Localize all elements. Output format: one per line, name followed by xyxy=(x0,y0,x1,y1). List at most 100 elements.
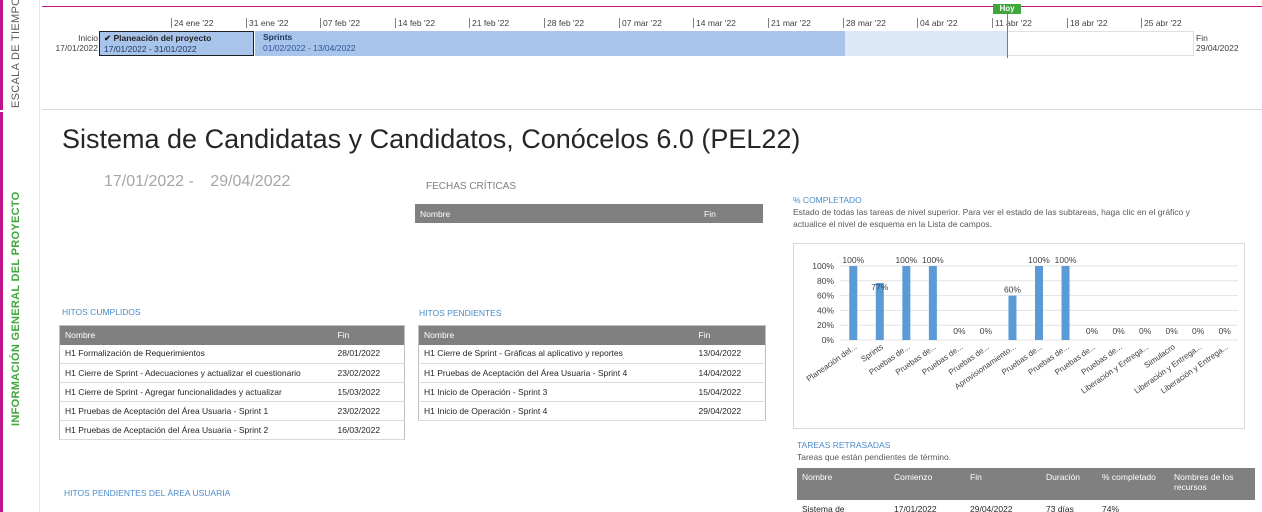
completion-chart[interactable]: 0% 20% 40% 60% 80% 100% 100% Planeación del... 7… xyxy=(793,243,1245,429)
chart-y-tick-label: 0% xyxy=(822,335,835,345)
late-col-name: Nombre xyxy=(797,468,889,500)
timeline-tick: 04 abr '22 xyxy=(917,18,958,28)
chart-y-tick-label: 100% xyxy=(812,261,834,271)
table-row[interactable]: Sistema de 17/01/2022 29/04/2022 73 días… xyxy=(797,500,1255,512)
milestone-name: H1 Pruebas de Aceptación del Área Usuari… xyxy=(59,420,333,440)
late-task-start: 17/01/2022 xyxy=(889,500,965,512)
timeline-start-label: Inicio xyxy=(78,33,98,43)
timeline-tick: 21 mar '22 xyxy=(768,18,811,28)
chart-data-label: 100% xyxy=(895,255,917,265)
chart-bar xyxy=(849,266,858,340)
timeline[interactable]: 24 ene '22 31 ene '22 07 feb '22 14 feb … xyxy=(42,0,1262,110)
timeline-tick: 18 abr '22 xyxy=(1067,18,1108,28)
table-row[interactable]: H1 Pruebas de Aceptación del Área Usuari… xyxy=(418,363,766,383)
critical-dates-title: FECHAS CRÍTICAS xyxy=(426,181,517,192)
late-task-end: 29/04/2022 xyxy=(965,500,1041,512)
chart-y-tick-label: 40% xyxy=(817,305,834,315)
timeline-tick: 31 ene '22 xyxy=(245,18,289,28)
chart-data-label: 77% xyxy=(871,282,888,292)
chart-data-label: 0% xyxy=(1112,326,1125,336)
milestone-end: 23/02/2022 xyxy=(332,363,405,383)
table-row[interactable]: H1 Inicio de Operación - Sprint 3 15/04/… xyxy=(418,382,766,402)
timeline-tick: 28 mar '22 xyxy=(843,18,886,28)
chart-category-label: Planeación del... xyxy=(805,342,859,383)
timeline-tick: 28 feb '22 xyxy=(543,18,585,28)
sprints-task-range: 01/02/2022 - 13/04/2022 xyxy=(263,43,356,53)
table-row[interactable]: H1 Pruebas de Aceptación del Área Usuari… xyxy=(59,420,405,440)
chart-data-label: 100% xyxy=(922,255,944,265)
chart-bar xyxy=(1061,266,1070,340)
table-row[interactable]: H1 Cierre de Sprint - Agregar funcionali… xyxy=(59,382,405,402)
milestones-pending-col-end: Fin xyxy=(693,325,766,345)
milestone-end: 13/04/2022 xyxy=(693,344,766,364)
timescale-side-label: ESCALA DE TIEMPO xyxy=(10,0,22,108)
critical-col-end: Fin xyxy=(699,204,763,223)
timeline-start: Inicio 17/01/2022 xyxy=(46,33,98,53)
timeline-bar-empty xyxy=(1007,31,1194,56)
chart-data-label: 60% xyxy=(1004,285,1021,295)
chart-bar xyxy=(1008,295,1017,340)
project-start-date: 17/01/2022 xyxy=(104,173,185,190)
milestones-done-title: HITOS CUMPLIDOS xyxy=(62,307,141,317)
chart-bar xyxy=(1035,266,1043,340)
project-dates: 17/01/2022 - 29/04/2022 xyxy=(104,173,290,191)
late-task-resources xyxy=(1169,500,1255,512)
late-col-end: Fin xyxy=(965,468,1041,500)
chart-y-tick-label: 80% xyxy=(817,276,834,286)
project-date-separator: - xyxy=(188,173,194,190)
chart-data-label: 100% xyxy=(1055,255,1077,265)
critical-dates-table: Nombre Fin xyxy=(415,204,763,223)
timeline-tick: 25 abr '22 xyxy=(1141,18,1182,28)
critical-col-name: Nombre xyxy=(415,204,699,223)
info-accent-bar xyxy=(0,112,3,512)
planning-task-name: ✔ Planeación del proyecto xyxy=(104,33,212,43)
completion-chart-svg: 0% 20% 40% 60% 80% 100% 100% Planeación del... 7… xyxy=(805,255,1238,396)
milestone-end: 28/01/2022 xyxy=(332,344,405,364)
table-row[interactable]: H1 Inicio de Operación - Sprint 4 29/04/… xyxy=(418,401,766,421)
late-col-start: Comienzo xyxy=(889,468,965,500)
timeline-bar-sprints-remaining xyxy=(845,31,1007,56)
late-tasks-title: TAREAS RETRASADAS xyxy=(797,440,891,450)
chart-data-label: 100% xyxy=(842,255,864,265)
late-task-duration: 73 días xyxy=(1041,500,1097,512)
timeline-end-label: Fin xyxy=(1196,33,1208,43)
table-row[interactable]: H1 Cierre de Sprint - Gráficas al aplica… xyxy=(418,344,766,364)
page-title: Sistema de Candidatas y Candidatos, Conó… xyxy=(62,124,801,154)
chart-data-label: 0% xyxy=(980,326,993,336)
milestone-name: H1 Inicio de Operación - Sprint 3 xyxy=(418,382,694,402)
chart-y-tick-label: 60% xyxy=(817,291,834,301)
today-marker-badge: Hoy xyxy=(993,4,1021,14)
timeline-start-date: 17/01/2022 xyxy=(55,43,98,53)
table-row[interactable]: H1 Formalización de Requerimientos 28/01… xyxy=(59,344,405,364)
chart-data-label: 0% xyxy=(1219,326,1232,336)
completion-title: % COMPLETADO xyxy=(793,195,862,205)
late-col-pct: % completado xyxy=(1097,468,1169,500)
chart-bar xyxy=(902,266,911,340)
late-col-resources: Nombres de los recursos xyxy=(1169,468,1255,500)
chart-data-label: 0% xyxy=(1139,326,1152,336)
milestone-name: H1 Inicio de Operación - Sprint 4 xyxy=(418,401,694,421)
milestones-pending-table: Nombre Fin H1 Cierre de Sprint - Gráfica… xyxy=(418,325,766,421)
milestones-done-table: Nombre Fin H1 Formalización de Requerimi… xyxy=(59,325,405,440)
milestones-pending-title: HITOS PENDIENTES xyxy=(419,308,502,318)
milestones-done-col-end: Fin xyxy=(332,325,405,345)
chart-data-label: 0% xyxy=(1192,326,1205,336)
timeline-tick: 07 feb '22 xyxy=(319,18,361,28)
completion-description: Estado de todas las tareas de nivel supe… xyxy=(793,207,1190,229)
chart-data-label: 0% xyxy=(1166,326,1179,336)
milestones-pending-col-name: Nombre xyxy=(418,325,694,345)
table-row[interactable]: H1 Cierre de Sprint - Adecuaciones y act… xyxy=(59,363,405,383)
timeline-top-border xyxy=(42,6,1262,7)
late-tasks-table: Nombre Comienzo Fin Duración % completad… xyxy=(797,468,1255,512)
timeline-tick: 14 feb '22 xyxy=(394,18,436,28)
timeline-bar-planning[interactable]: ✔ Planeación del proyecto 17/01/2022 - 3… xyxy=(99,31,254,56)
milestone-name: H1 Formalización de Requerimientos xyxy=(59,344,333,364)
chart-bar xyxy=(928,266,937,340)
table-row[interactable]: H1 Pruebas de Aceptación del Área Usuari… xyxy=(59,401,405,421)
chart-data-label: 0% xyxy=(1086,326,1099,336)
milestone-name: H1 Pruebas de Aceptación del Área Usuari… xyxy=(59,401,333,421)
milestone-end: 29/04/2022 xyxy=(693,401,766,421)
planning-task-range: 17/01/2022 - 31/01/2022 xyxy=(104,44,197,54)
timeline-bar-sprints[interactable]: Sprints 01/02/2022 - 13/04/2022 xyxy=(255,31,845,56)
timeline-tick: 21 feb '22 xyxy=(468,18,510,28)
